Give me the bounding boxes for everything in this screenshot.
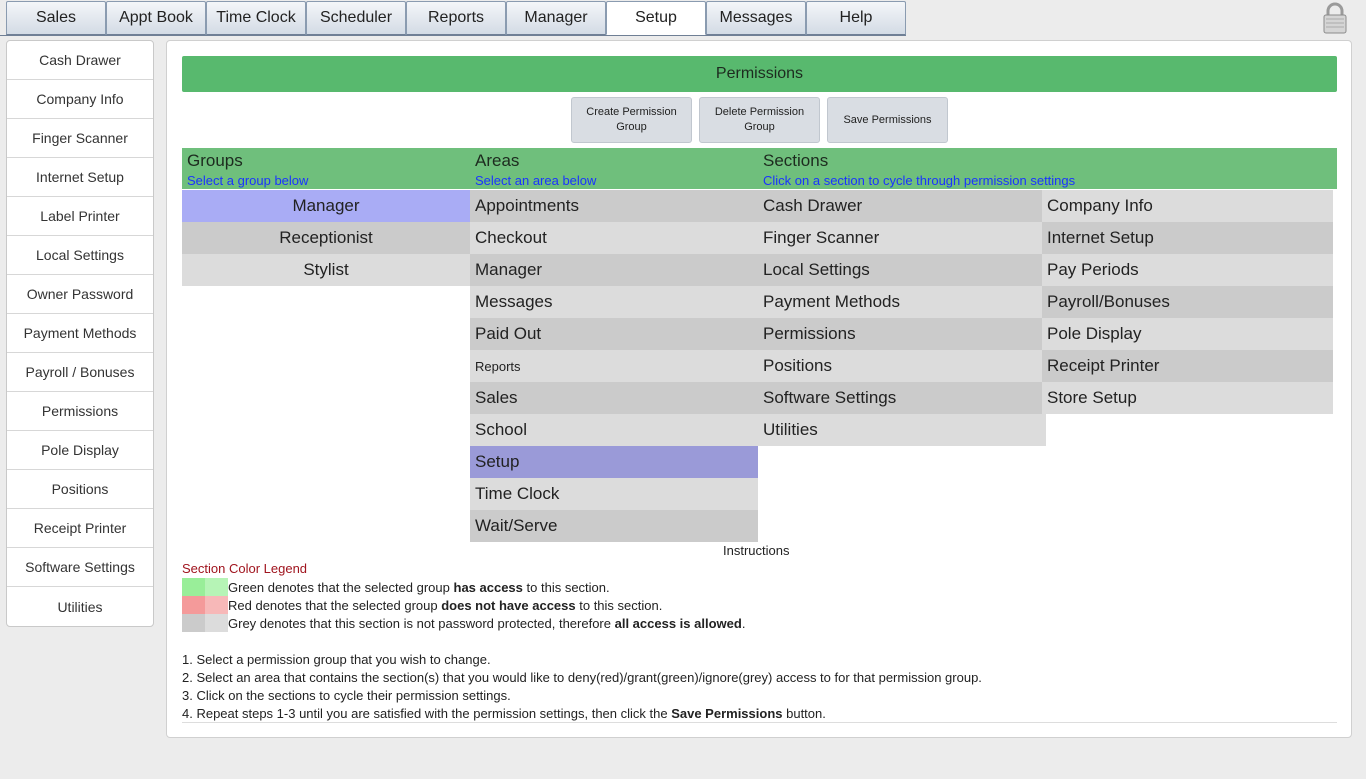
sidebar-item-payment-methods[interactable]: Payment Methods bbox=[7, 314, 153, 353]
sections-heading: Sections bbox=[763, 151, 829, 170]
green-swatch bbox=[182, 578, 205, 596]
top-nav: Sales Appt Book Time Clock Scheduler Rep… bbox=[6, 1, 906, 35]
red-swatch bbox=[182, 596, 205, 614]
sidebar-item-cash-drawer[interactable]: Cash Drawer bbox=[7, 41, 153, 80]
lock-icon[interactable] bbox=[1322, 2, 1348, 34]
section-item-local-settings[interactable]: Local Settings bbox=[758, 254, 1046, 286]
legend-green-text: Green denotes that the selected group ha… bbox=[228, 579, 610, 595]
section-item-payroll-bonuses[interactable]: Payroll/Bonuses bbox=[1042, 286, 1333, 318]
areas-heading: Areas bbox=[475, 151, 520, 170]
section-item-cash-drawer[interactable]: Cash Drawer bbox=[758, 190, 1046, 222]
group-item-stylist[interactable]: Stylist bbox=[182, 254, 470, 286]
save-permissions-button[interactable]: Save Permissions bbox=[827, 97, 948, 143]
section-item-finger-scanner[interactable]: Finger Scanner bbox=[758, 222, 1046, 254]
area-item-checkout[interactable]: Checkout bbox=[470, 222, 758, 254]
area-item-school[interactable]: School bbox=[470, 414, 758, 446]
section-item-positions[interactable]: Positions bbox=[758, 350, 1046, 382]
area-item-time-clock[interactable]: Time Clock bbox=[470, 478, 758, 510]
legend-red-text: Red denotes that the selected group does… bbox=[228, 597, 663, 613]
grey-swatch-light bbox=[205, 614, 228, 632]
section-item-pay-periods[interactable]: Pay Periods bbox=[1042, 254, 1333, 286]
area-item-paid-out[interactable]: Paid Out bbox=[470, 318, 758, 350]
legend-grey-text: Grey denotes that this section is not pa… bbox=[228, 615, 746, 631]
instruction-step-3: 3. Click on the sections to cycle their … bbox=[182, 688, 511, 703]
sidebar-item-permissions[interactable]: Permissions bbox=[7, 392, 153, 431]
red-swatch-light bbox=[205, 596, 228, 614]
tab-time-clock[interactable]: Time Clock bbox=[206, 1, 306, 35]
tab-manager[interactable]: Manager bbox=[506, 1, 606, 35]
sidebar-item-receipt-printer[interactable]: Receipt Printer bbox=[7, 509, 153, 548]
sidebar-item-owner-password[interactable]: Owner Password bbox=[7, 275, 153, 314]
section-item-payment-methods[interactable]: Payment Methods bbox=[758, 286, 1046, 318]
area-item-messages[interactable]: Messages bbox=[470, 286, 758, 318]
area-item-appointments[interactable]: Appointments bbox=[470, 190, 758, 222]
sidebar-item-label-printer[interactable]: Label Printer bbox=[7, 197, 153, 236]
section-item-utilities[interactable]: Utilities bbox=[758, 414, 1046, 446]
instruction-step-1: 1. Select a permission group that you wi… bbox=[182, 652, 491, 667]
group-item-receptionist[interactable]: Receptionist bbox=[182, 222, 470, 254]
areas-hint: Select an area below bbox=[475, 173, 597, 188]
grey-swatch bbox=[182, 614, 205, 632]
tab-scheduler[interactable]: Scheduler bbox=[306, 1, 406, 35]
tab-reports[interactable]: Reports bbox=[406, 1, 506, 35]
tab-sales[interactable]: Sales bbox=[6, 1, 106, 35]
area-item-reports[interactable]: Reports bbox=[470, 350, 758, 382]
tab-setup[interactable]: Setup bbox=[606, 1, 706, 35]
permissions-panel: Permissions Create Permission Group Dele… bbox=[166, 40, 1352, 738]
sidebar-item-utilities[interactable]: Utilities bbox=[7, 587, 153, 626]
sidebar-item-company-info[interactable]: Company Info bbox=[7, 80, 153, 119]
create-permission-group-button[interactable]: Create Permission Group bbox=[571, 97, 692, 143]
instructions-label: Instructions bbox=[723, 543, 790, 558]
tab-appt-book[interactable]: Appt Book bbox=[106, 1, 206, 35]
sidebar-item-local-settings[interactable]: Local Settings bbox=[7, 236, 153, 275]
page-title: Permissions bbox=[182, 56, 1337, 92]
section-item-company-info[interactable]: Company Info bbox=[1042, 190, 1333, 222]
area-item-setup[interactable]: Setup bbox=[470, 446, 758, 478]
instruction-step-4: 4. Repeat steps 1-3 until you are satisf… bbox=[182, 706, 826, 721]
sidebar-item-finger-scanner[interactable]: Finger Scanner bbox=[7, 119, 153, 158]
groups-hint: Select a group below bbox=[187, 173, 309, 188]
column-header-bar: Groups Select a group below Areas Select… bbox=[182, 148, 1337, 189]
divider bbox=[182, 722, 1337, 723]
sidebar-item-positions[interactable]: Positions bbox=[7, 470, 153, 509]
legend-red: Red denotes that the selected group does… bbox=[182, 596, 662, 614]
sections-hint: Click on a section to cycle through perm… bbox=[763, 173, 1076, 188]
area-item-wait-serve[interactable]: Wait/Serve bbox=[470, 510, 758, 542]
section-item-pole-display[interactable]: Pole Display bbox=[1042, 318, 1333, 350]
section-item-store-setup[interactable]: Store Setup bbox=[1042, 382, 1333, 414]
tab-messages[interactable]: Messages bbox=[706, 1, 806, 35]
section-item-receipt-printer[interactable]: Receipt Printer bbox=[1042, 350, 1333, 382]
group-item-manager[interactable]: Manager bbox=[182, 190, 470, 222]
green-swatch-light bbox=[205, 578, 228, 596]
delete-permission-group-button[interactable]: Delete Permission Group bbox=[699, 97, 820, 143]
section-item-software-settings[interactable]: Software Settings bbox=[758, 382, 1046, 414]
section-item-permissions[interactable]: Permissions bbox=[758, 318, 1046, 350]
sidebar-item-payroll-bonuses[interactable]: Payroll / Bonuses bbox=[7, 353, 153, 392]
instruction-step-2: 2. Select an area that contains the sect… bbox=[182, 670, 982, 685]
sidebar-item-internet-setup[interactable]: Internet Setup bbox=[7, 158, 153, 197]
setup-sidebar: Cash Drawer Company Info Finger Scanner … bbox=[6, 40, 154, 627]
groups-heading: Groups bbox=[187, 151, 243, 170]
tab-divider bbox=[0, 35, 906, 36]
legend-grey: Grey denotes that this section is not pa… bbox=[182, 614, 745, 632]
section-item-internet-setup[interactable]: Internet Setup bbox=[1042, 222, 1333, 254]
tab-help[interactable]: Help bbox=[806, 1, 906, 35]
sidebar-item-pole-display[interactable]: Pole Display bbox=[7, 431, 153, 470]
area-item-sales[interactable]: Sales bbox=[470, 382, 758, 414]
area-item-manager[interactable]: Manager bbox=[470, 254, 758, 286]
legend-green: Green denotes that the selected group ha… bbox=[182, 578, 610, 596]
sidebar-item-software-settings[interactable]: Software Settings bbox=[7, 548, 153, 587]
legend-title: Section Color Legend bbox=[182, 561, 308, 576]
